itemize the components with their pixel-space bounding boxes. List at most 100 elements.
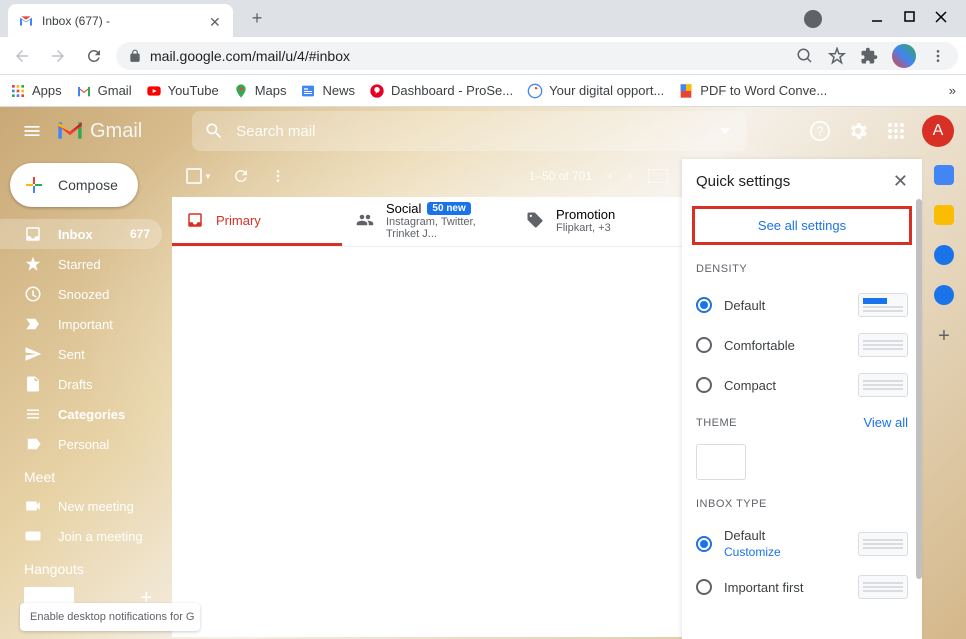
- search-input[interactable]: [236, 123, 703, 140]
- meet-item-join-a-meeting[interactable]: Join a meeting: [0, 521, 162, 551]
- tab-title: Inbox (677) -: [42, 14, 209, 28]
- density-option-comfortable[interactable]: Comfortable: [682, 325, 922, 365]
- compose-button[interactable]: Compose: [10, 163, 138, 207]
- view-all-themes-link[interactable]: View all: [863, 415, 908, 430]
- gmail-app: Gmail ? A Compose Inbox677StarredSnoozed…: [0, 107, 966, 639]
- sidebar-item-starred[interactable]: Starred: [0, 249, 162, 279]
- radio-icon: [696, 536, 712, 552]
- maps-icon: [233, 83, 249, 99]
- radio-icon: [696, 337, 712, 353]
- google-apps-button[interactable]: [884, 119, 908, 143]
- bookmark-digital[interactable]: Your digital opport...: [527, 83, 664, 99]
- categories-icon: [24, 405, 42, 423]
- sidebar-item-personal[interactable]: Personal: [0, 429, 162, 459]
- inbox-type-label: INBOX TYPE: [682, 494, 922, 520]
- radio-icon: [696, 377, 712, 393]
- theme-preview[interactable]: [696, 444, 746, 480]
- pagination-text: 1–50 of 701: [529, 169, 592, 183]
- inbox-option-important-first[interactable]: Important first: [682, 567, 922, 607]
- bookmark-gmail[interactable]: Gmail: [76, 83, 132, 99]
- mail-toolbar: ▼ 1–50 of 701 ‹ ›: [172, 155, 682, 197]
- gmail-logo[interactable]: Gmail: [56, 120, 142, 143]
- tab-social[interactable]: Social50 newInstagram, Twitter, Trinket …: [342, 197, 512, 246]
- quick-settings-panel: Quick settings ✕ See all settings DENSIT…: [682, 159, 922, 639]
- keyboard-icon: [24, 527, 42, 545]
- bookmark-maps[interactable]: Maps: [233, 83, 287, 99]
- density-option-default[interactable]: Default: [682, 285, 922, 325]
- bookmark-dashboard[interactable]: Dashboard - ProSe...: [369, 83, 513, 99]
- select-all-checkbox[interactable]: ▼: [186, 168, 212, 184]
- next-page-button[interactable]: ›: [628, 169, 632, 183]
- contacts-addon-icon[interactable]: [934, 285, 954, 305]
- get-addons-button[interactable]: +: [938, 325, 950, 348]
- bookmark-pdf[interactable]: PDF to Word Conve...: [678, 83, 827, 99]
- bookmark-star-icon[interactable]: [828, 47, 846, 65]
- bookmark-youtube[interactable]: YouTube: [146, 83, 219, 99]
- inbox-option-default[interactable]: DefaultCustomize: [682, 520, 922, 567]
- tab-promotion[interactable]: PromotionFlipkart, +3: [512, 197, 682, 246]
- search-options-icon[interactable]: [715, 128, 735, 134]
- maximize-button[interactable]: [902, 10, 916, 24]
- meet-item-new-meeting[interactable]: New meeting: [0, 491, 162, 521]
- search-box[interactable]: [192, 111, 747, 151]
- more-actions-button[interactable]: [270, 168, 286, 184]
- close-settings-button[interactable]: ✕: [893, 171, 908, 192]
- input-tools-button[interactable]: [648, 169, 668, 183]
- sidebar-item-categories[interactable]: Categories: [0, 399, 162, 429]
- radio-icon: [696, 579, 712, 595]
- back-button[interactable]: [8, 42, 36, 70]
- refresh-button[interactable]: [232, 167, 250, 185]
- mail-list[interactable]: [172, 247, 682, 637]
- settings-button[interactable]: [846, 119, 870, 143]
- notification-banner[interactable]: Enable desktop notifications for G: [20, 603, 200, 631]
- close-window-button[interactable]: [934, 10, 948, 24]
- gmail-favicon: [18, 13, 34, 29]
- new-tab-button[interactable]: +: [243, 5, 271, 33]
- keep-addon-icon[interactable]: [934, 205, 954, 225]
- meet-section-label: Meet: [0, 459, 172, 491]
- sidebar-item-drafts[interactable]: Drafts: [0, 369, 162, 399]
- tasks-addon-icon[interactable]: [934, 245, 954, 265]
- sidebar-item-sent[interactable]: Sent: [0, 339, 162, 369]
- tab-primary[interactable]: Primary: [172, 197, 342, 246]
- category-tabs: PrimarySocial50 newInstagram, Twitter, T…: [172, 197, 682, 247]
- chrome-menu-icon[interactable]: [930, 48, 946, 64]
- support-button[interactable]: ?: [808, 119, 832, 143]
- clock-icon: [24, 285, 42, 303]
- calendar-addon-icon[interactable]: [934, 165, 954, 185]
- zoom-icon[interactable]: [796, 47, 814, 65]
- density-option-compact[interactable]: Compact: [682, 365, 922, 405]
- url-text: mail.google.com/mail/u/4/#inbox: [150, 48, 350, 64]
- density-preview: [858, 373, 908, 397]
- profile-avatar-icon[interactable]: [892, 44, 916, 68]
- extensions-icon[interactable]: [860, 47, 878, 65]
- inbox-preview: [858, 575, 908, 599]
- address-bar: mail.google.com/mail/u/4/#inbox: [0, 37, 966, 75]
- sidebar-item-inbox[interactable]: Inbox677: [0, 219, 162, 249]
- pinterest-icon: [369, 83, 385, 99]
- forward-button[interactable]: [44, 42, 72, 70]
- minimize-button[interactable]: [870, 10, 884, 24]
- settings-scrollbar[interactable]: [916, 199, 922, 579]
- prev-page-button[interactable]: ‹: [608, 169, 612, 183]
- svg-text:?: ?: [816, 124, 823, 139]
- customize-link[interactable]: Customize: [724, 545, 781, 559]
- sidebar-item-important[interactable]: Important: [0, 309, 162, 339]
- density-preview: [858, 293, 908, 317]
- gmail-header: Gmail ? A: [0, 107, 966, 155]
- density-preview: [858, 333, 908, 357]
- see-all-settings-button[interactable]: See all settings: [692, 206, 912, 245]
- bookmark-news[interactable]: News: [300, 83, 355, 99]
- theme-label: THEME: [696, 417, 737, 429]
- reload-button[interactable]: [80, 42, 108, 70]
- bookmarks-overflow-icon[interactable]: »: [949, 83, 956, 98]
- url-bar[interactable]: mail.google.com/mail/u/4/#inbox: [116, 42, 958, 70]
- close-tab-icon[interactable]: ✕: [209, 14, 223, 28]
- browser-tab[interactable]: Inbox (677) - ✕: [8, 4, 233, 37]
- bookmark-apps[interactable]: Apps: [10, 83, 62, 99]
- main-menu-button[interactable]: [12, 111, 52, 151]
- bookmarks-bar: Apps Gmail YouTube Maps News Dashboard -…: [0, 75, 966, 107]
- profile-indicator-icon[interactable]: [804, 10, 822, 28]
- sidebar-item-snoozed[interactable]: Snoozed: [0, 279, 162, 309]
- account-avatar[interactable]: A: [922, 115, 954, 147]
